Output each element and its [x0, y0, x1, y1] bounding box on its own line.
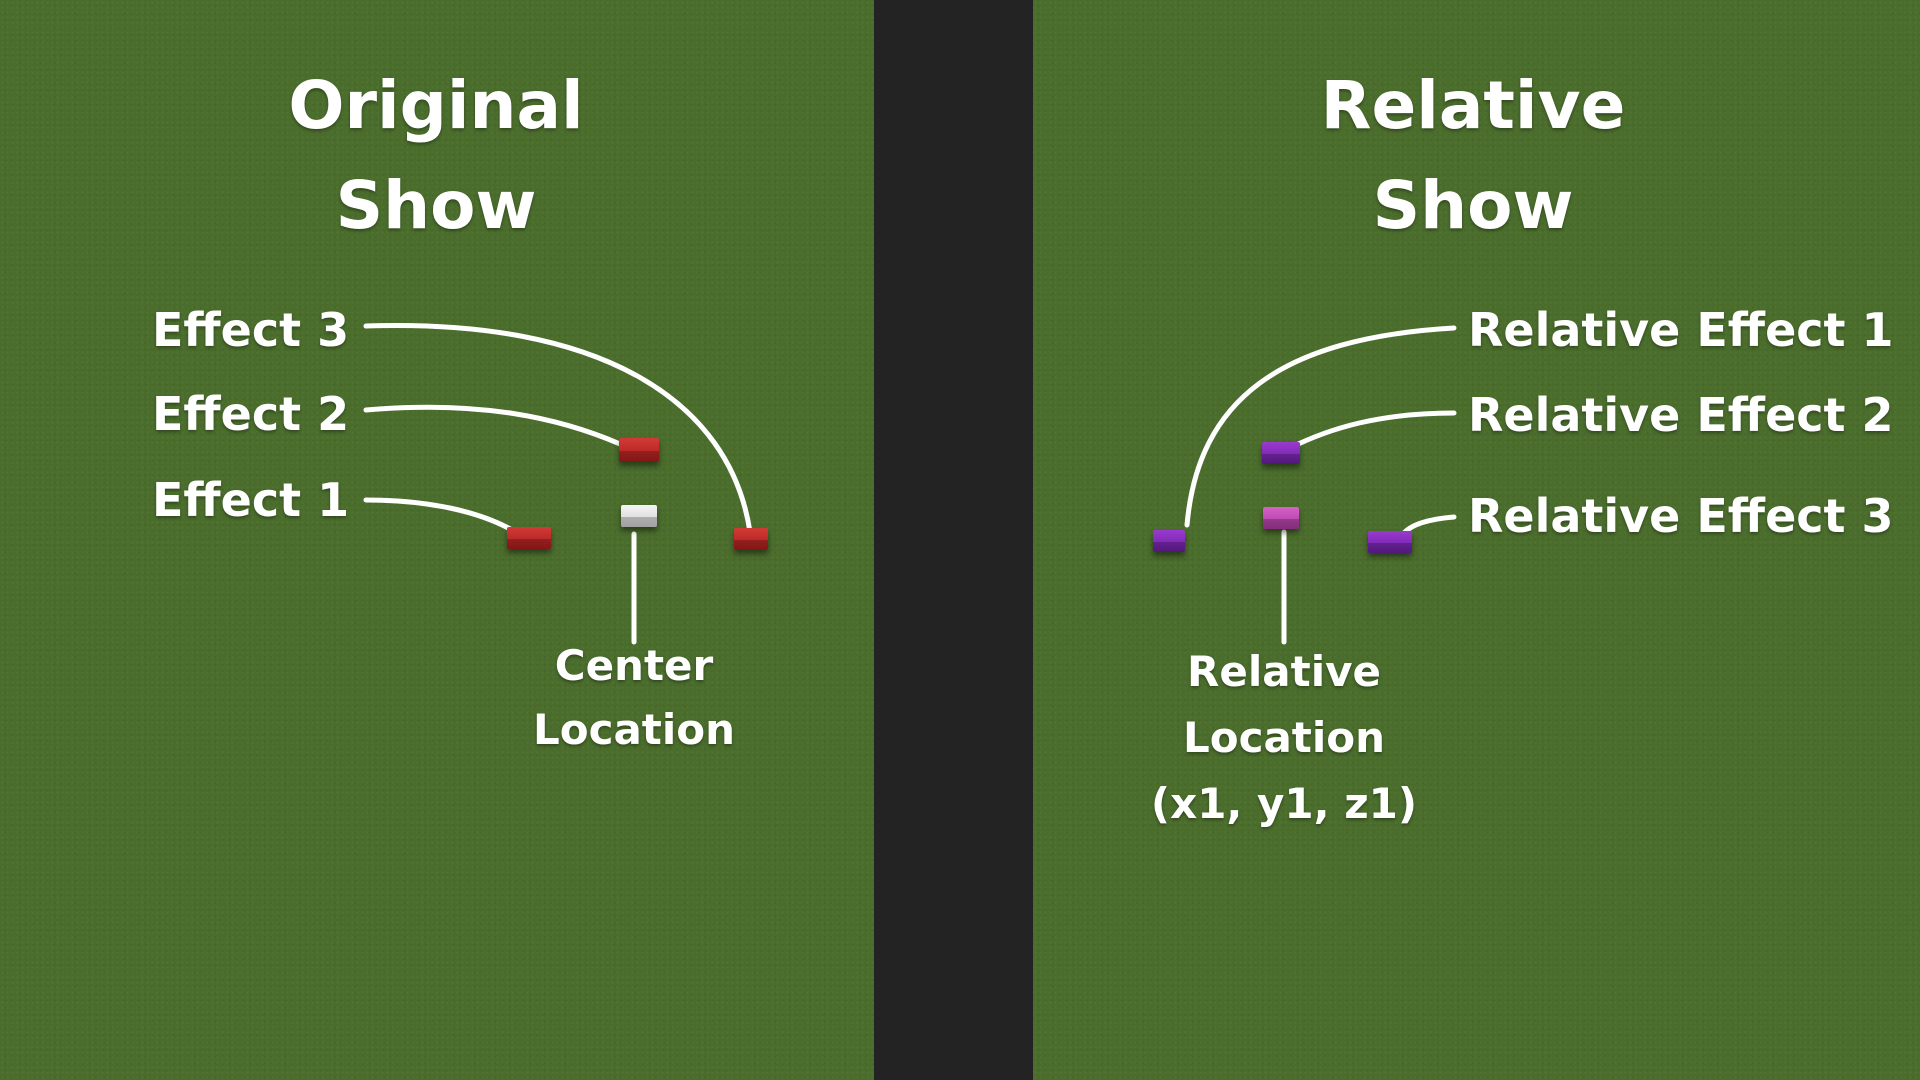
effect2-block	[619, 438, 659, 462]
effect1-block	[507, 527, 551, 550]
relative-title-line1: Relative	[1320, 67, 1626, 144]
relative-location-block	[1263, 507, 1299, 530]
relative-title-line2: Show	[1372, 167, 1574, 244]
effect2-label: Effect 2	[152, 387, 350, 441]
relative-effect3-label: Relative Effect 3	[1468, 489, 1894, 543]
relative-effect1-label: Relative Effect 1	[1468, 303, 1894, 357]
relative-effect2-block	[1262, 442, 1300, 465]
relative-location-line2: Location	[1182, 713, 1386, 762]
relative-location-line1: Relative	[1187, 647, 1381, 696]
original-title-line1: Original	[288, 67, 584, 144]
diagram-canvas: Original Show Effect 3 Effect 2 Effect 1…	[0, 0, 1920, 1080]
relative-effect3-block	[1368, 531, 1412, 554]
center-label-line1: Center	[554, 641, 714, 690]
original-title-line2: Show	[335, 167, 537, 244]
relative-location-coords: (x1, y1, z1)	[1150, 779, 1418, 828]
center-location-block	[621, 505, 657, 528]
effect3-block	[734, 528, 768, 551]
center-label-line2: Location	[532, 705, 736, 754]
effect3-label: Effect 3	[152, 303, 350, 357]
effect1-label: Effect 1	[152, 473, 350, 527]
relative-effect1-block	[1153, 530, 1185, 553]
relative-effect2-label: Relative Effect 2	[1468, 388, 1894, 442]
panel-divider	[874, 0, 1033, 1080]
